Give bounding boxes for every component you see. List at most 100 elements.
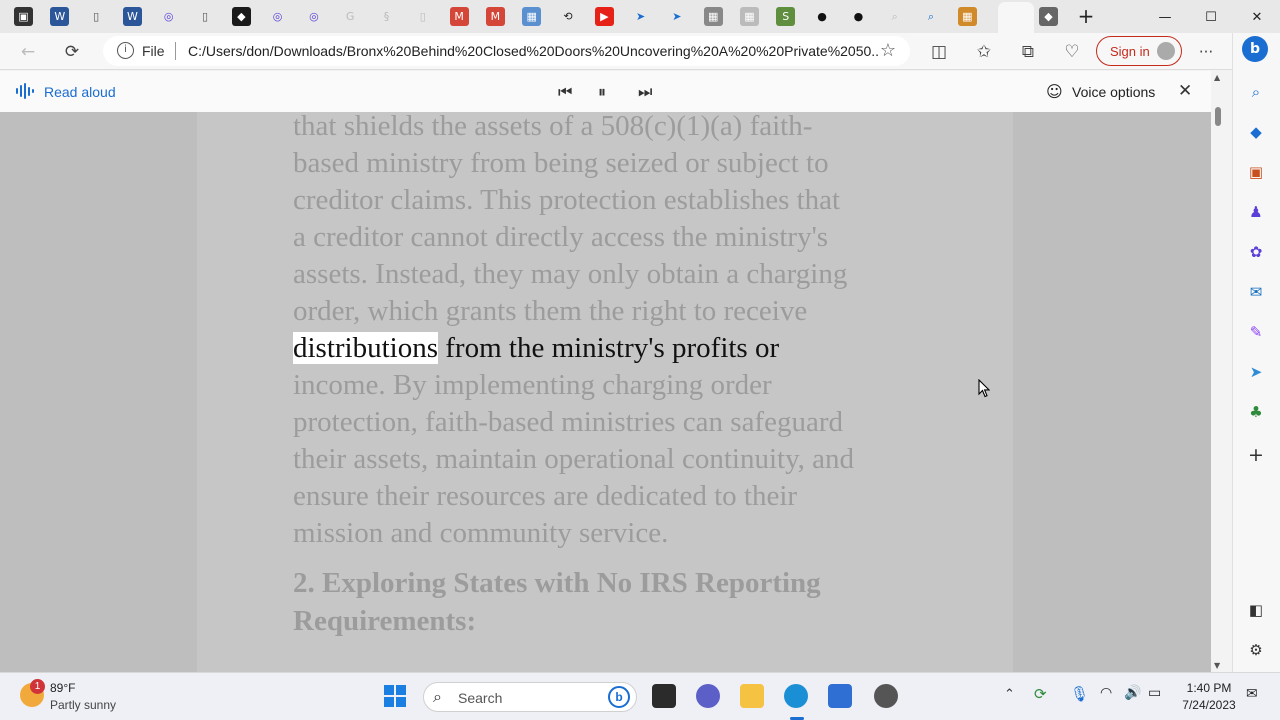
search-icon[interactable]: ⌕: [922, 7, 941, 26]
arrow-icon[interactable]: ➤: [631, 7, 650, 26]
arrow-icon[interactable]: ➤: [667, 7, 686, 26]
teams-chat-icon[interactable]: [696, 684, 720, 708]
close-window-button[interactable]: ✕: [1234, 4, 1280, 30]
image-icon[interactable]: ▦: [703, 7, 723, 26]
paragraph-line: protection, faith-based ministries can s…: [293, 406, 843, 438]
paragraph-line: their assets, maintain operational conti…: [293, 443, 855, 475]
weather-temp: 89°F: [50, 681, 76, 695]
circle-icon[interactable]: ●: [849, 7, 868, 26]
collections-icon[interactable]: ⧉: [1014, 38, 1042, 66]
volume-icon[interactable]: 🔊: [1124, 685, 1141, 701]
address-url[interactable]: C:/Users/don/Downloads/Bronx%20Behind%20…: [188, 43, 878, 59]
favorites-icon[interactable]: ✩: [970, 38, 998, 66]
maximize-button[interactable]: ☐: [1188, 4, 1234, 30]
taskbar-search-box[interactable]: ⌕ Search b: [423, 682, 637, 712]
hide-sidebar-icon[interactable]: ◧: [1245, 599, 1267, 621]
law-icon[interactable]: §: [377, 7, 396, 26]
previous-paragraph-icon[interactable]: ⏮: [558, 82, 572, 102]
office-icon[interactable]: ✿: [1245, 241, 1267, 263]
info-icon[interactable]: i: [117, 42, 134, 59]
edge-sidebar: b ⌕ ◆ ▣ ♟ ✿ ✉ ✎ ➤ ♣ + ◧ ⚙: [1232, 33, 1280, 672]
minimize-button[interactable]: —: [1142, 4, 1188, 30]
close-read-aloud-icon[interactable]: ✕: [1178, 81, 1192, 101]
outlook-icon[interactable]: ✉: [1245, 281, 1267, 303]
search-icon[interactable]: ⌕: [885, 7, 904, 26]
tray-overflow-icon[interactable]: ⌃: [1004, 687, 1015, 702]
back-arrow-icon[interactable]: ←: [14, 38, 42, 66]
tree-icon[interactable]: ♣: [1245, 401, 1267, 423]
paragraph-line: mission and community service.: [293, 517, 669, 549]
sync-icon[interactable]: ⟲: [559, 7, 578, 26]
clock-time: 1:40 PM: [1186, 681, 1232, 695]
store-icon[interactable]: [828, 684, 852, 708]
paragraph-line: based ministry from being seized or subj…: [293, 147, 829, 179]
app-icon[interactable]: ◆: [1039, 7, 1058, 26]
windows-taskbar: 1 89°F Partly sunny ⌕ Search b ⌃ ⟳ 🎙 ◠ 🔊…: [0, 672, 1280, 720]
shopping-tag-icon[interactable]: ◆: [1245, 121, 1267, 143]
new-tab-button[interactable]: +: [1064, 3, 1108, 29]
document-icon[interactable]: ▯: [196, 7, 215, 26]
app-icon[interactable]: ◆: [231, 7, 251, 26]
windows-start-icon[interactable]: [384, 685, 406, 707]
weather-badge: 1: [30, 679, 45, 694]
copilot-icon[interactable]: ◎: [268, 7, 287, 26]
image-icon[interactable]: ▦: [957, 7, 977, 26]
games-icon[interactable]: ♟: [1245, 201, 1267, 223]
image-icon[interactable]: ▦: [522, 7, 542, 26]
more-menu-icon[interactable]: ···: [1192, 38, 1220, 66]
split-screen-icon[interactable]: ◫: [925, 38, 953, 66]
favorite-star-icon[interactable]: ☆: [880, 40, 896, 61]
designer-icon[interactable]: ✎: [1245, 321, 1267, 343]
next-paragraph-icon[interactable]: ⏭: [638, 82, 652, 102]
paragraph-line: assets. Instead, they may only obtain a …: [293, 258, 848, 290]
search-icon[interactable]: ⌕: [1245, 81, 1267, 103]
paragraph-line: a creditor cannot directly access the mi…: [293, 221, 829, 253]
circle-icon[interactable]: ●: [813, 7, 832, 26]
tab-actions-icon[interactable]: ▣: [14, 7, 33, 26]
document-icon[interactable]: ▯: [87, 7, 106, 26]
system-clock[interactable]: 1:40 PM 7/24/2023: [1178, 680, 1240, 714]
vertical-scrollbar[interactable]: ▲ ▼: [1211, 71, 1225, 672]
pause-icon[interactable]: ⏸: [598, 82, 606, 102]
task-view-icon[interactable]: [652, 684, 676, 708]
shopify-icon[interactable]: S: [776, 7, 796, 26]
scrollbar-thumb[interactable]: [1215, 107, 1221, 126]
address-separator: [175, 42, 176, 60]
settings-gear-icon[interactable]: ⚙: [1245, 639, 1267, 661]
word-icon[interactable]: W: [122, 7, 142, 26]
microphone-icon[interactable]: 🎙: [1070, 685, 1089, 703]
sync-tray-icon[interactable]: ⟳: [1034, 685, 1047, 703]
add-sidebar-app-icon[interactable]: +: [1245, 444, 1267, 466]
google-icon[interactable]: G: [341, 7, 360, 26]
sign-in-button[interactable]: Sign in: [1096, 36, 1182, 66]
active-tab[interactable]: [998, 2, 1034, 33]
tools-icon[interactable]: ▣: [1245, 161, 1267, 183]
address-bar[interactable]: i File C:/Users/don/Downloads/Bronx%20Be…: [103, 36, 910, 66]
dimmed-lines-after: income. By implementing charging order pr…: [293, 367, 933, 552]
refresh-icon[interactable]: ⟳: [58, 38, 86, 66]
copilot-icon[interactable]: ◎: [304, 7, 323, 26]
youtube-icon[interactable]: ▶: [594, 7, 614, 26]
telegram-icon[interactable]: ➤: [1245, 361, 1267, 383]
copilot-icon[interactable]: ◎: [159, 7, 178, 26]
gmail-icon[interactable]: M: [485, 7, 505, 26]
edge-taskbar-icon[interactable]: [784, 684, 808, 708]
battery-icon[interactable]: ▭: [1148, 685, 1161, 701]
wifi-icon[interactable]: ◠: [1100, 685, 1112, 701]
notifications-icon[interactable]: ✉: [1246, 686, 1258, 702]
document-icon[interactable]: ▯: [413, 7, 432, 26]
sign-in-label: Sign in: [1110, 44, 1150, 59]
gmail-icon[interactable]: M: [449, 7, 469, 26]
browser-essentials-icon[interactable]: ♡: [1058, 38, 1086, 66]
currently-reading-rest: from the ministry's profits or: [438, 332, 780, 364]
image-icon[interactable]: ▦: [740, 7, 759, 26]
tab-strip: ▣W▯W◎▯◆◎◎G§▯MM▦⟲▶➤➤▦▦S●●⌕⌕▦⚡✕◆ + — ☐ ✕: [0, 0, 1280, 33]
scroll-up-icon[interactable]: ▲: [1214, 73, 1220, 82]
word-icon[interactable]: W: [50, 7, 70, 26]
bing-chat-icon[interactable]: b: [1242, 36, 1268, 62]
profile-avatar-icon: [1157, 42, 1175, 60]
navigation-bar: ← ⟳ i File C:/Users/don/Downloads/Bronx%…: [0, 33, 1232, 70]
scroll-down-icon[interactable]: ▼: [1214, 661, 1220, 670]
file-explorer-icon[interactable]: [740, 684, 764, 708]
app-taskbar-icon[interactable]: [874, 684, 898, 708]
